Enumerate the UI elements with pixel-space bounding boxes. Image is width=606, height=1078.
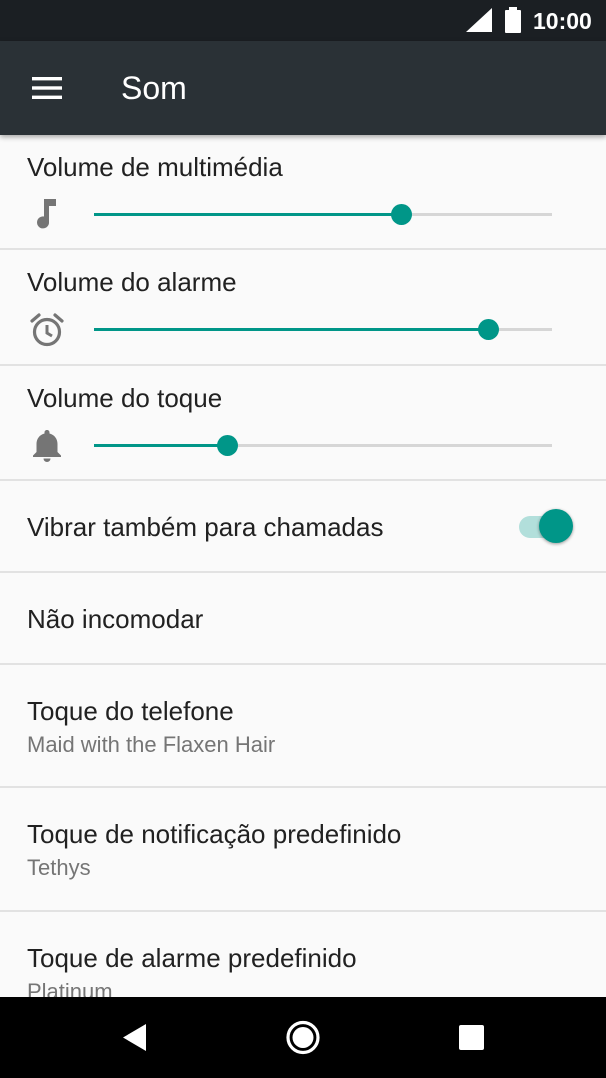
vibrate-for-calls-toggle[interactable] bbox=[518, 508, 574, 548]
do-not-disturb-label: Não incomodar bbox=[27, 604, 204, 634]
status-clock: 10:00 bbox=[533, 8, 592, 34]
alarm-volume-slider[interactable] bbox=[94, 319, 552, 340]
phone-ringtone-row[interactable]: Toque do telefone Maid with the Flaxen H… bbox=[0, 665, 606, 785]
ring-volume-thumb[interactable] bbox=[216, 435, 238, 456]
phone-ringtone-value: Maid with the Flaxen Hair bbox=[27, 732, 276, 757]
media-volume-thumb[interactable] bbox=[390, 204, 412, 225]
recents-icon[interactable] bbox=[426, 997, 516, 1078]
alarm-volume-label: Volume do alarme bbox=[27, 267, 237, 297]
alarm-volume-thumb[interactable] bbox=[477, 319, 499, 340]
default-alarm-sound-row[interactable]: Toque de alarme predefinido Platinum bbox=[0, 912, 606, 997]
settings-list: Volume de multimédia Volume do alarme Vo… bbox=[0, 135, 606, 997]
status-bar: 10:00 bbox=[0, 0, 606, 41]
default-notification-sound-label: Toque de notificação predefinido bbox=[27, 819, 402, 849]
ring-volume-fill bbox=[94, 444, 227, 447]
default-alarm-sound-label: Toque de alarme predefinido bbox=[27, 943, 357, 973]
media-volume-fill bbox=[94, 213, 401, 216]
music-note-icon bbox=[37, 199, 56, 229]
alarm-volume-fill bbox=[94, 328, 488, 331]
vibrate-for-calls-label: Vibrar também para chamadas bbox=[27, 512, 384, 542]
ring-volume-label: Volume do toque bbox=[27, 383, 223, 413]
navigation-bar bbox=[0, 997, 606, 1078]
back-icon[interactable] bbox=[90, 997, 180, 1078]
media-volume-label: Volume de multimédia bbox=[27, 152, 283, 182]
media-volume-row: Volume de multimédia bbox=[0, 135, 606, 249]
signal-icon bbox=[466, 8, 492, 32]
vibrate-for-calls-row[interactable]: Vibrar também para chamadas bbox=[0, 481, 606, 571]
default-notification-sound-value: Tethys bbox=[27, 855, 91, 880]
page-title: Som bbox=[121, 70, 187, 106]
bell-icon bbox=[33, 430, 61, 462]
phone-ringtone-label: Toque do telefone bbox=[27, 696, 234, 726]
toggle-thumb bbox=[539, 509, 573, 543]
alarm-clock-icon bbox=[30, 313, 64, 347]
ring-volume-row: Volume do toque bbox=[0, 366, 606, 479]
ring-volume-slider[interactable] bbox=[94, 435, 552, 456]
app-toolbar: Som bbox=[0, 41, 606, 135]
default-alarm-sound-value: Platinum bbox=[27, 979, 113, 997]
do-not-disturb-row[interactable]: Não incomodar bbox=[0, 573, 606, 663]
default-notification-sound-row[interactable]: Toque de notificação predefinido Tethys bbox=[0, 788, 606, 910]
battery-icon bbox=[505, 7, 521, 33]
alarm-volume-row: Volume do alarme bbox=[0, 250, 606, 364]
menu-icon[interactable] bbox=[30, 75, 64, 101]
media-volume-slider[interactable] bbox=[94, 204, 552, 225]
home-icon[interactable] bbox=[258, 997, 348, 1078]
